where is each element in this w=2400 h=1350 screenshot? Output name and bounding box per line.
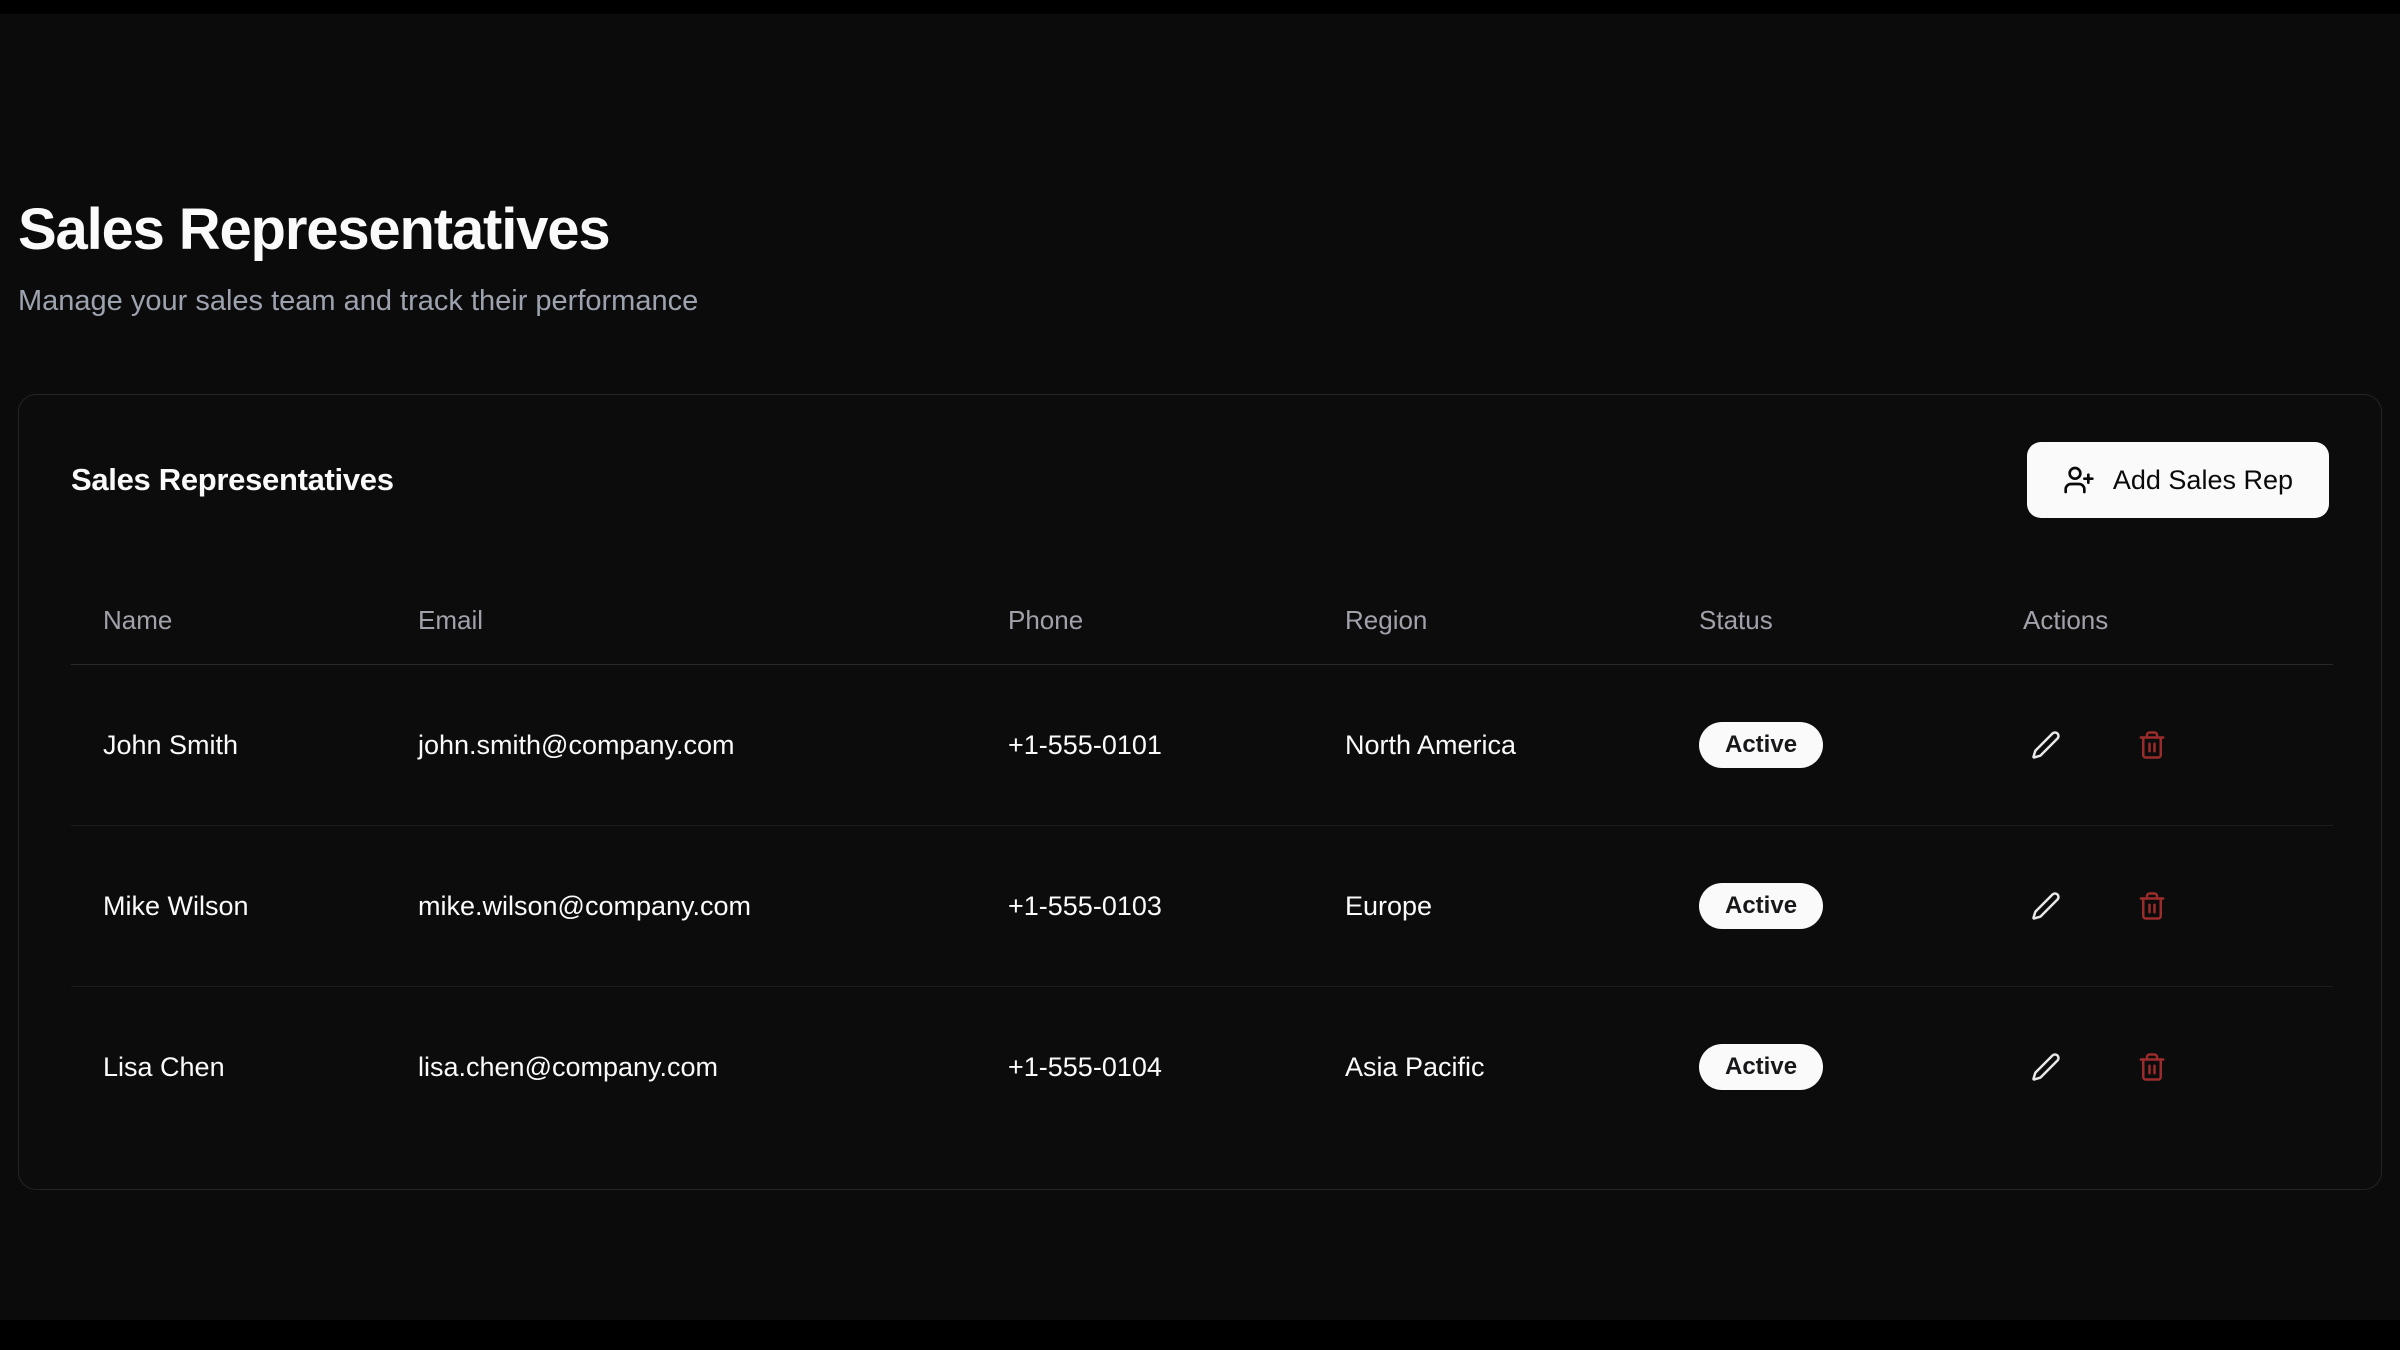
table-row: John Smith john.smith@company.com +1-555…: [71, 665, 2333, 826]
cell-name: Lisa Chen: [71, 987, 386, 1148]
cell-email: lisa.chen@company.com: [386, 987, 976, 1148]
edit-button[interactable]: [2023, 722, 2069, 768]
status-badge: Active: [1699, 1044, 1823, 1090]
edit-button[interactable]: [2023, 883, 2069, 929]
status-badge: Active: [1699, 722, 1823, 768]
cell-name: John Smith: [71, 665, 386, 826]
cell-email: john.smith@company.com: [386, 665, 976, 826]
pencil-icon: [2031, 891, 2061, 921]
cell-actions: [1991, 826, 2333, 987]
status-badge: Active: [1699, 883, 1823, 929]
column-header-name: Name: [71, 577, 386, 665]
delete-button[interactable]: [2129, 722, 2175, 768]
page: Sales Representatives Manage your sales …: [0, 0, 2400, 1190]
trash-icon: [2137, 730, 2167, 760]
page-subtitle: Manage your sales team and track their p…: [18, 285, 2382, 318]
table-row: Mike Wilson mike.wilson@company.com +1-5…: [71, 826, 2333, 987]
add-sales-rep-button[interactable]: Add Sales Rep: [2027, 442, 2329, 518]
table-row: Lisa Chen lisa.chen@company.com +1-555-0…: [71, 987, 2333, 1148]
trash-icon: [2137, 1052, 2167, 1082]
cell-phone: +1-555-0101: [976, 665, 1313, 826]
sales-reps-table: Name Email Phone Region Status Actions J…: [71, 577, 2333, 1147]
column-header-status: Status: [1667, 577, 1991, 665]
card-header: Sales Representatives Add Sales Rep: [71, 441, 2329, 519]
cell-region: North America: [1313, 665, 1667, 826]
cell-region: Asia Pacific: [1313, 987, 1667, 1148]
sales-reps-card: Sales Representatives Add Sales Rep: [18, 394, 2382, 1190]
cell-actions: [1991, 987, 2333, 1148]
page-title: Sales Representatives: [18, 196, 2382, 263]
edit-button[interactable]: [2023, 1044, 2069, 1090]
card-title: Sales Representatives: [71, 462, 394, 498]
delete-button[interactable]: [2129, 883, 2175, 929]
delete-button[interactable]: [2129, 1044, 2175, 1090]
cell-status: Active: [1667, 665, 1991, 826]
column-header-actions: Actions: [1991, 577, 2333, 665]
table-header-row: Name Email Phone Region Status Actions: [71, 577, 2333, 665]
cell-phone: +1-555-0103: [976, 826, 1313, 987]
cell-email: mike.wilson@company.com: [386, 826, 976, 987]
column-header-phone: Phone: [976, 577, 1313, 665]
cell-name: Mike Wilson: [71, 826, 386, 987]
user-plus-icon: [2063, 464, 2095, 496]
cell-region: Europe: [1313, 826, 1667, 987]
column-header-region: Region: [1313, 577, 1667, 665]
trash-icon: [2137, 891, 2167, 921]
pencil-icon: [2031, 730, 2061, 760]
pencil-icon: [2031, 1052, 2061, 1082]
add-sales-rep-label: Add Sales Rep: [2113, 465, 2293, 496]
column-header-email: Email: [386, 577, 976, 665]
cell-status: Active: [1667, 826, 1991, 987]
cell-phone: +1-555-0104: [976, 987, 1313, 1148]
cell-actions: [1991, 665, 2333, 826]
cell-status: Active: [1667, 987, 1991, 1148]
